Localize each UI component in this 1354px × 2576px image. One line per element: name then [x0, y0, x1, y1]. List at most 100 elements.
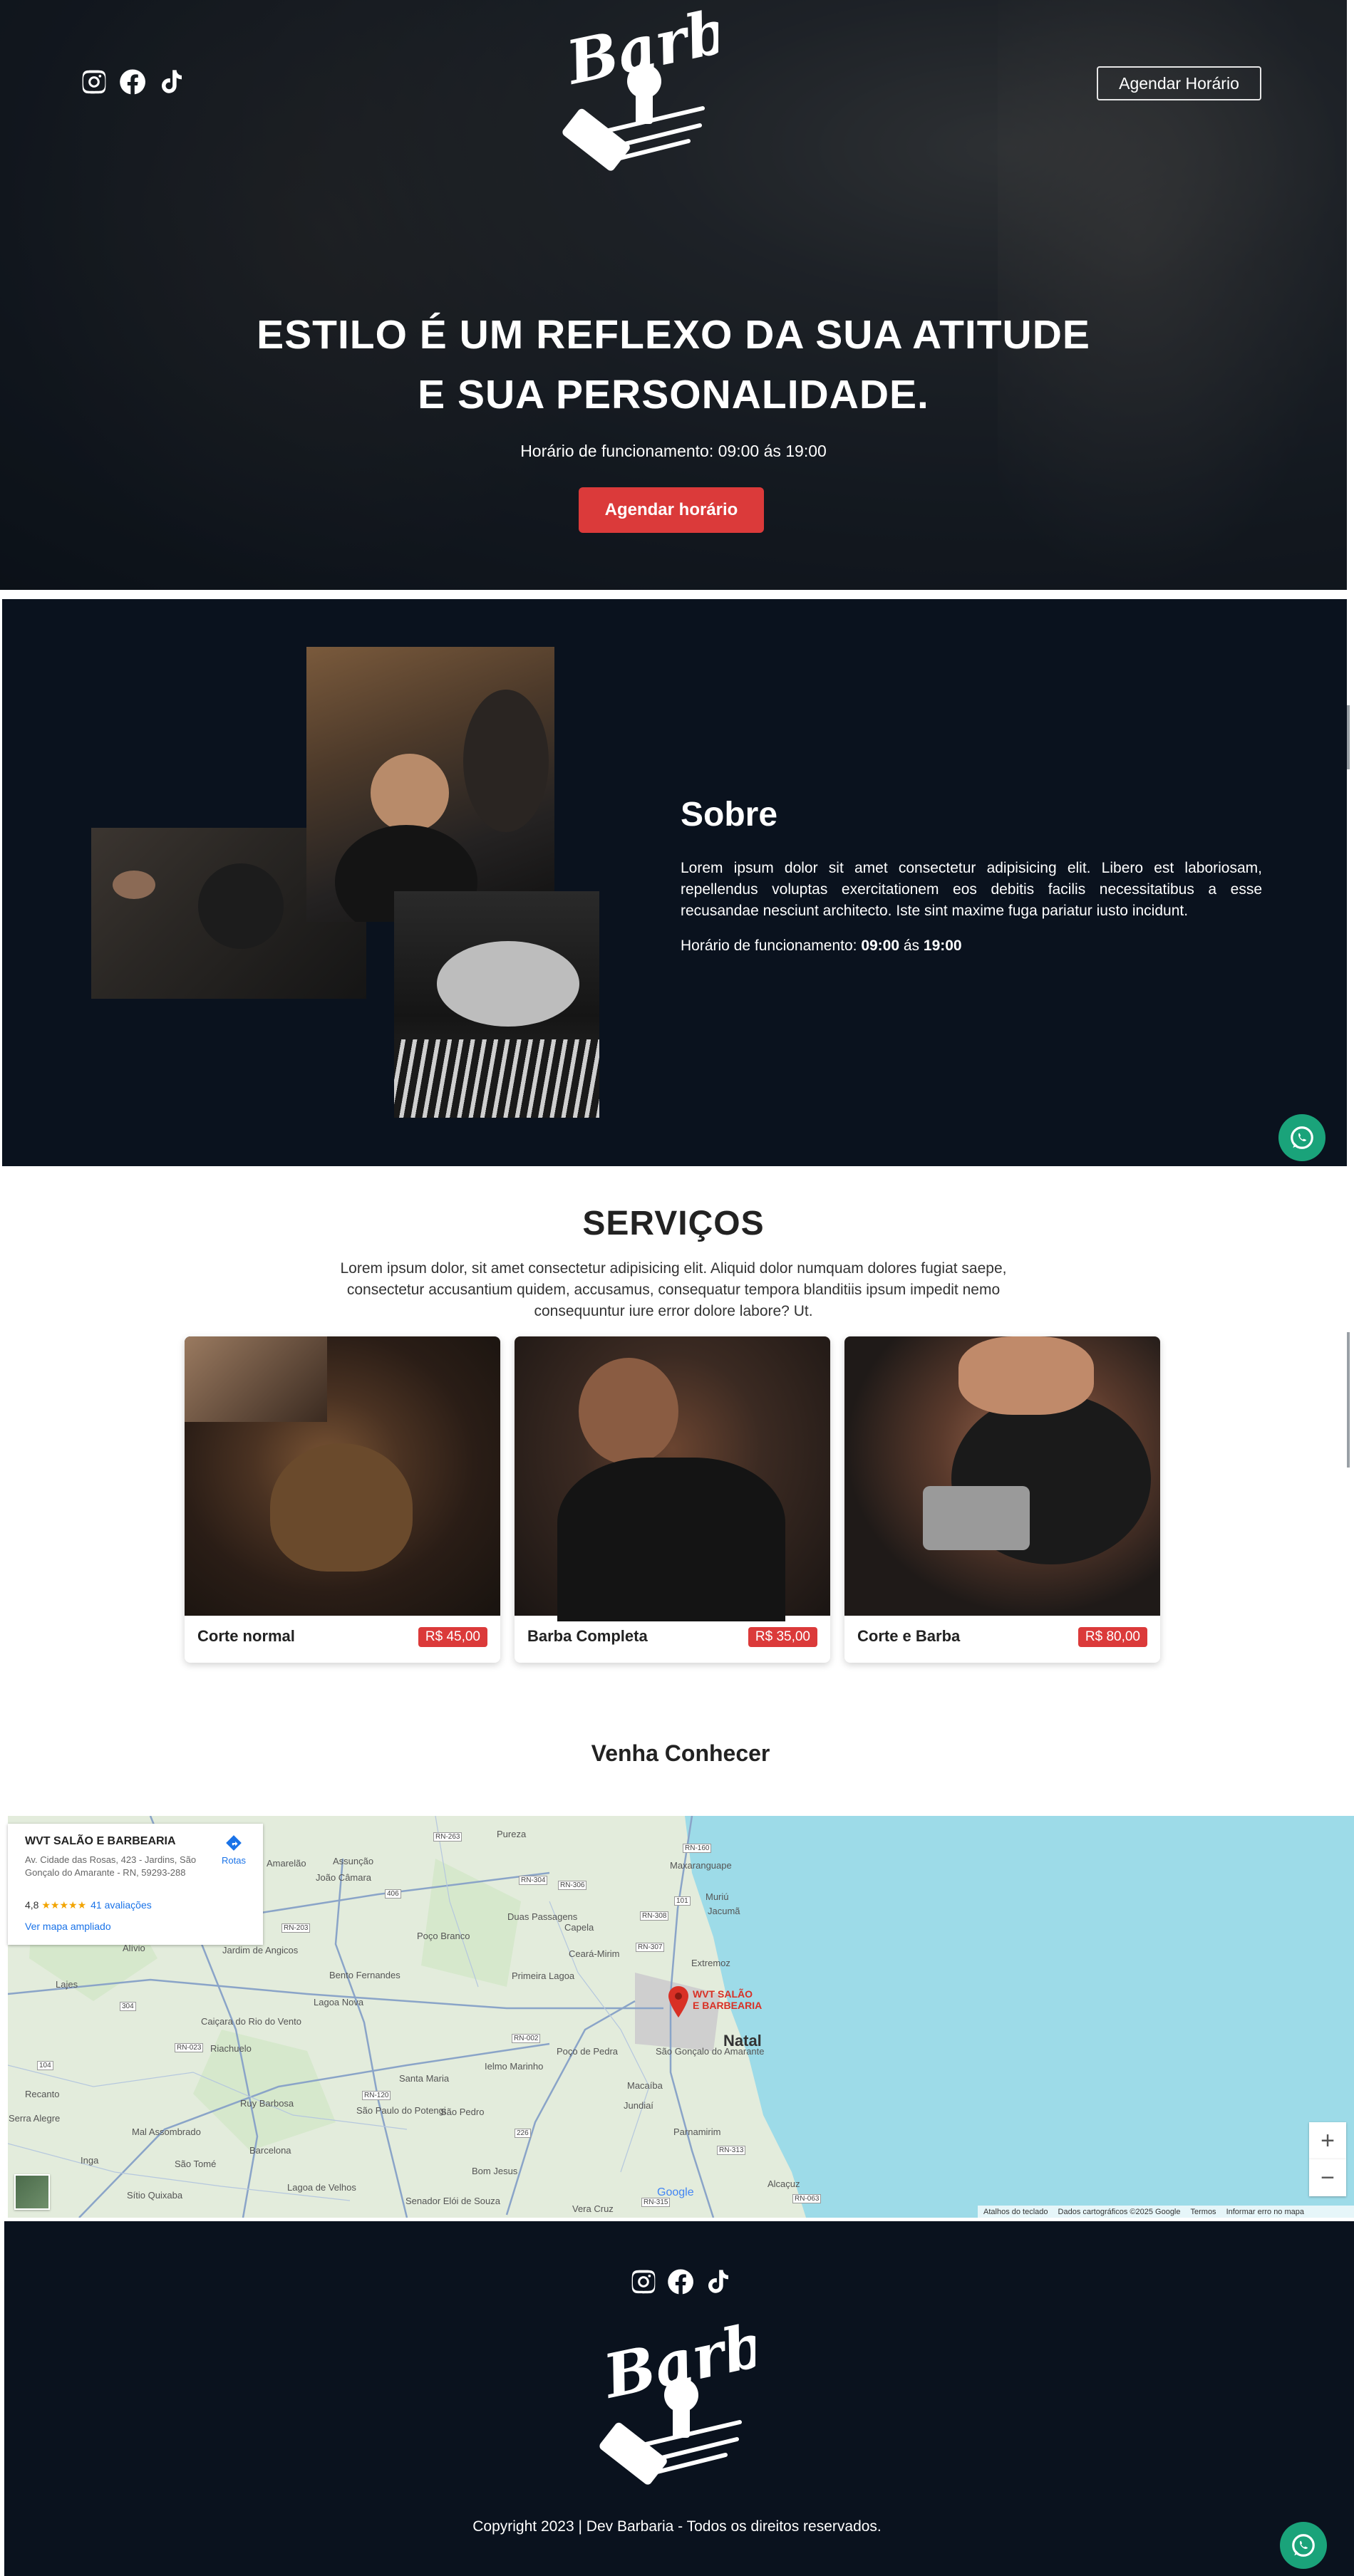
about-text: Lorem ipsum dolor sit amet consectetur a…	[681, 860, 1262, 919]
map-road-label: RN-160	[683, 1844, 712, 1853]
map-road-label: RN-263	[433, 1832, 462, 1842]
about-title: Sobre	[681, 796, 778, 833]
keyboard-shortcuts-link[interactable]: Atalhos do teclado	[983, 2208, 1048, 2216]
map-pin-icon[interactable]	[668, 1986, 688, 2017]
service-card[interactable]: Corte normal R$ 45,00	[185, 1336, 500, 1663]
map-city-label: Duas Passagens	[507, 1911, 578, 1922]
about-hours-sep: ás	[899, 938, 924, 954]
map-city-label: Ruy Barbosa	[240, 2098, 294, 2109]
map-road-label: RN-203	[281, 1923, 311, 1933]
map-city-label: Amarelão	[267, 1858, 306, 1869]
map-road-label: RN-306	[558, 1881, 587, 1890]
header-schedule-button[interactable]: Agendar Horário	[1097, 66, 1261, 100]
map-road-label: 226	[515, 2129, 531, 2138]
service-card[interactable]: Barba Completa R$ 35,00	[515, 1336, 830, 1663]
hero-heading-line-2: E SUA PERSONALIDADE.	[418, 372, 929, 417]
map-city-label: Santa Maria	[399, 2073, 450, 2084]
about-hours-close: 19:00	[923, 938, 962, 954]
map-city-label: São Pedro	[440, 2107, 485, 2117]
facebook-icon[interactable]	[118, 68, 147, 96]
map-city-label: São Gonçalo do Amarante	[656, 2046, 765, 2057]
footer-barber-logo[interactable]: Barber	[596, 2294, 844, 2491]
hero-schedule-button[interactable]: Agendar horário	[579, 487, 764, 533]
header-social-links	[80, 68, 185, 96]
map-city-label: Jardim de Angicos	[222, 1945, 299, 1956]
directions-button[interactable]: Rotas	[216, 1834, 252, 1866]
map-road-label: RN-313	[717, 2146, 746, 2155]
map-city-label: Jundiaí	[624, 2100, 653, 2111]
scrollbar-thumb[interactable]	[1347, 1332, 1350, 1468]
map-city-label: Alcaçuz	[768, 2178, 800, 2189]
map-road-label: RN-002	[512, 2034, 541, 2043]
service-price: R$ 45,00	[418, 1627, 487, 1647]
map-city-label: Parnamirim	[673, 2126, 721, 2137]
map-city-label: Macaíba	[627, 2080, 663, 2091]
whatsapp-button[interactable]	[1278, 1114, 1325, 1161]
services-text: Lorem ipsum dolor, sit amet consectetur …	[340, 1260, 1007, 1319]
map-city-label: Barcelona	[249, 2145, 291, 2156]
about-hours: Horário de funcionamento: 09:00 ás 19:00	[681, 938, 962, 955]
instagram-icon[interactable]	[629, 2268, 658, 2296]
directions-icon	[226, 1835, 242, 1851]
map-city-label: Serra Alegre	[9, 2113, 61, 2124]
map-road-label: 406	[385, 1889, 401, 1899]
service-name: Corte normal	[197, 1627, 295, 1645]
scrollbar-thumb[interactable]	[1347, 705, 1350, 769]
map-city-label: Poço Branco	[417, 1931, 470, 1941]
google-logo: Google	[657, 2186, 694, 2198]
whatsapp-button[interactable]	[1280, 2522, 1327, 2569]
map-city-label: Jacumã	[708, 1906, 740, 1916]
zoom-out-button[interactable]: −	[1309, 2159, 1346, 2196]
map-city-label: Bom Jesus	[472, 2166, 518, 2176]
service-photo-haircut	[185, 1336, 500, 1616]
map-pin-label: WVT SALÃO E BARBEARIA	[693, 1988, 762, 2011]
map-city-label: Extremoz	[691, 1958, 730, 1968]
hero-heading: ESTILO É UM REFLEXO DA SUA ATITUDE E SUA…	[0, 305, 1347, 425]
whatsapp-icon	[1292, 2534, 1315, 2557]
map-road-label: RN-308	[640, 1911, 669, 1921]
hero-right-gutter	[1347, 0, 1354, 590]
map-city-label: Lagoa de Velhos	[287, 2182, 356, 2193]
service-card[interactable]: Corte e Barba R$ 80,00	[844, 1336, 1160, 1663]
map-city-label: Mal Assombrado	[132, 2126, 201, 2137]
footer-copyright: Copyright 2023 | Dev Barbaria - Todos os…	[472, 2518, 882, 2535]
about-photo-barbershop	[306, 647, 554, 922]
map-attribution: Atalhos do teclado Dados cartográficos ©…	[978, 2206, 1354, 2218]
whatsapp-icon	[1291, 1126, 1313, 1149]
map-city-label: Pureza	[497, 1829, 527, 1839]
map-city-label: Primeira Lagoa	[512, 1970, 575, 1981]
service-photo-cut-and-beard	[844, 1336, 1160, 1616]
directions-label: Rotas	[222, 1855, 246, 1866]
about-hours-label: Horário de funcionamento:	[681, 938, 862, 954]
map-place-card: WVT SALÃO E BARBEARIA Av. Cidade das Ros…	[8, 1824, 263, 1945]
map-pin-label-line-2: E BARBEARIA	[693, 2000, 763, 2011]
barber-logo[interactable]: Barber	[559, 0, 807, 177]
instagram-icon[interactable]	[80, 68, 108, 96]
map-city-label: Ielmo Marinho	[485, 2061, 544, 2072]
reviews-link[interactable]: 41 avaliações	[91, 1899, 152, 1911]
terms-link[interactable]: Termos	[1191, 2208, 1216, 2216]
service-name: Corte e Barba	[857, 1627, 961, 1645]
map-city-label: Capela	[564, 1922, 594, 1933]
services-title: SERVIÇOS	[582, 1205, 765, 1242]
larger-map-link[interactable]: Ver mapa ampliado	[25, 1921, 111, 1932]
map-city-label: Bento Fernandes	[329, 1970, 400, 1980]
map-road-label: RN-304	[519, 1876, 548, 1885]
map-city-label: Muriú	[706, 1891, 729, 1902]
map-city-label: Lagoa Nova	[314, 1997, 364, 2008]
report-error-link[interactable]: Informar erro no mapa	[1226, 2208, 1304, 2216]
map-road-label: 104	[37, 2061, 53, 2070]
about-photo-beard	[394, 891, 599, 1118]
tiktok-icon[interactable]	[703, 2268, 732, 2296]
hero-heading-line-1: ESTILO É UM REFLEXO DA SUA ATITUDE	[257, 312, 1090, 358]
map-city-label: Inga	[81, 2155, 99, 2166]
map-layer-toggle[interactable]	[14, 2174, 50, 2210]
facebook-icon[interactable]	[666, 2268, 695, 2296]
map-road-label: RN-063	[792, 2194, 822, 2203]
service-price: R$ 80,00	[1077, 1627, 1147, 1647]
map-road-label: 304	[120, 2002, 136, 2011]
map-city-label: Poço de Pedra	[557, 2046, 619, 2057]
tiktok-icon[interactable]	[157, 68, 185, 96]
map-city-label: Sítio Quixaba	[127, 2190, 183, 2201]
zoom-in-button[interactable]: +	[1309, 2122, 1346, 2159]
